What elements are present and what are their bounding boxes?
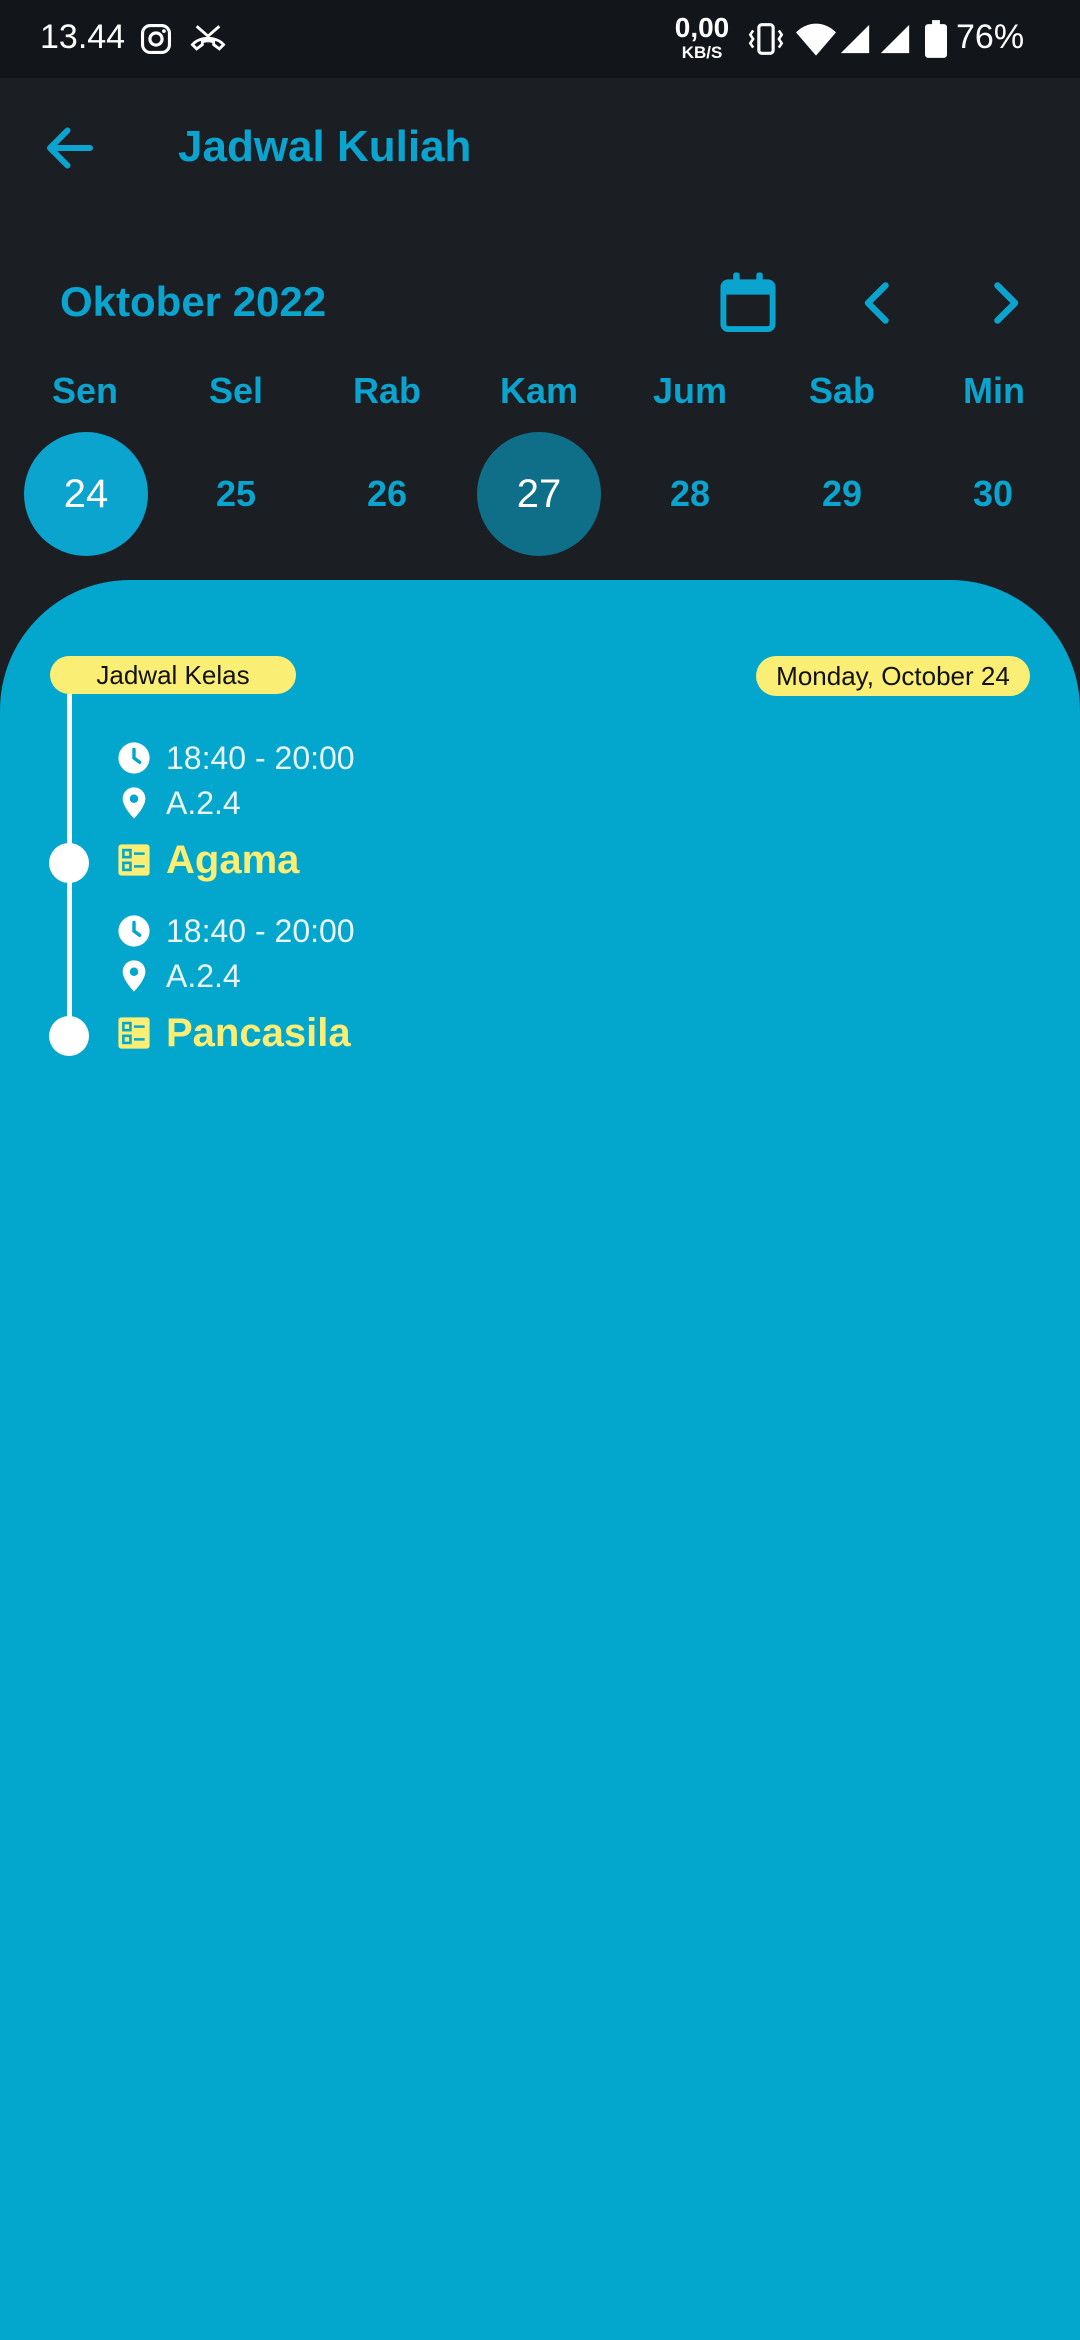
weekday-label: Sab — [808, 370, 876, 411]
instagram-icon — [140, 23, 172, 55]
vibrate-icon — [748, 23, 784, 55]
network-speed: 0,00 KB/S — [670, 12, 734, 62]
battery-percent: 76% — [956, 18, 1025, 56]
wifi-icon — [796, 23, 836, 56]
date-cell[interactable]: 25 — [174, 432, 298, 556]
chevron-left-icon[interactable] — [858, 278, 898, 328]
chevron-right-icon[interactable] — [985, 278, 1025, 328]
date-cell[interactable]: 30 — [931, 432, 1055, 556]
schedule-panel — [0, 580, 1080, 2340]
weekday-header: Sen Sel Rab Kam Jum Sab Min — [0, 370, 1080, 420]
signal-icon — [840, 24, 870, 54]
weekday-label: Rab — [352, 370, 421, 411]
status-bar: 13.44 0,00 KB/S 76% — [0, 0, 1080, 78]
list-icon — [118, 1017, 150, 1049]
course-title[interactable]: Agama — [166, 838, 299, 883]
list-icon — [118, 844, 150, 876]
weekday-label: Sel — [208, 370, 264, 411]
weekday-label: Jum — [652, 370, 728, 411]
date-today[interactable]: 27 — [477, 432, 601, 556]
date-cell[interactable]: 28 — [628, 432, 752, 556]
back-arrow-icon[interactable] — [40, 118, 100, 178]
status-time: 13.44 — [40, 18, 126, 56]
schedule-chip: Jadwal Kelas — [50, 656, 296, 694]
signal-icon-2 — [880, 24, 910, 54]
network-speed-unit: KB/S — [681, 43, 723, 62]
clock-icon — [118, 742, 150, 774]
schedule-room: A.2.4 — [166, 785, 241, 821]
location-pin-icon — [122, 787, 146, 819]
schedule-time: 18:40 - 20:00 — [166, 740, 355, 776]
selected-date-chip: Monday, October 24 — [756, 656, 1030, 696]
missed-call-icon — [190, 25, 226, 51]
weekday-label: Min — [963, 370, 1025, 411]
timeline-dot — [49, 1016, 89, 1056]
course-title[interactable]: Pancasila — [166, 1011, 351, 1056]
date-selected[interactable]: 24 — [24, 432, 148, 556]
month-label: Oktober 2022 — [60, 278, 327, 325]
battery-icon — [925, 20, 947, 58]
weekday-label: Sen — [51, 370, 119, 411]
schedule-room: A.2.4 — [166, 958, 241, 994]
date-cell[interactable]: 29 — [780, 432, 904, 556]
network-speed-value: 0,00 — [674, 12, 730, 43]
week-dates: 24 25 26 27 28 29 30 — [0, 432, 1080, 556]
page-title: Jadwal Kuliah — [178, 122, 472, 171]
timeline-dot — [49, 843, 89, 883]
clock-icon — [118, 915, 150, 947]
location-pin-icon — [122, 960, 146, 992]
date-cell[interactable]: 26 — [325, 432, 449, 556]
weekday-label: Kam — [499, 370, 579, 411]
calendar-icon[interactable] — [718, 270, 778, 334]
schedule-time: 18:40 - 20:00 — [166, 913, 355, 949]
